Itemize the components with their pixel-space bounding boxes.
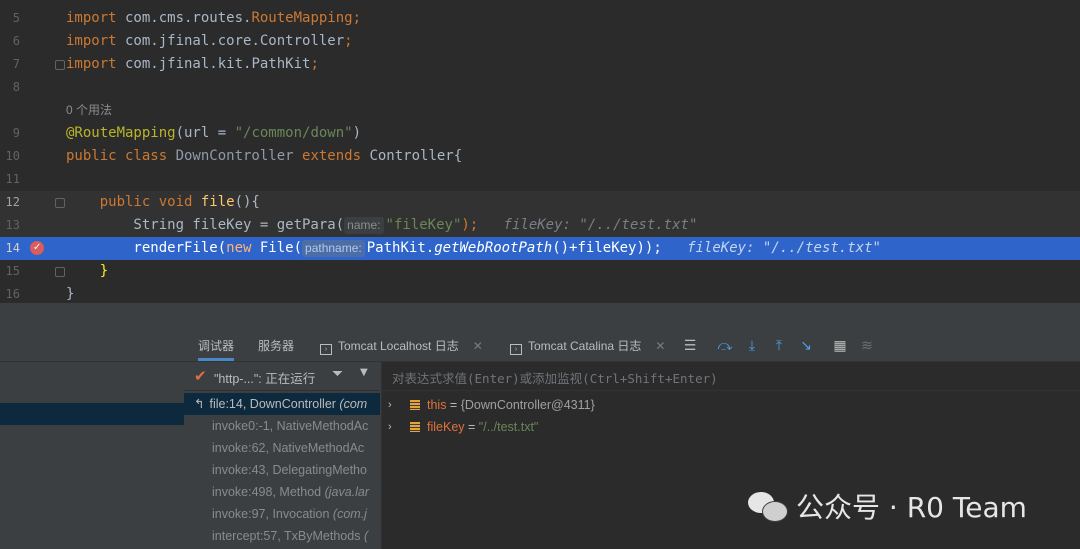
step-into-icon[interactable]: ⤓ bbox=[744, 338, 760, 354]
return-icon: ↰ bbox=[194, 397, 205, 411]
stack-frame[interactable]: invoke:498, Method (java.lar bbox=[184, 481, 408, 503]
line-number: 12 bbox=[5, 195, 20, 209]
line-number: 11 bbox=[5, 172, 20, 186]
tab-server[interactable]: 服务器 bbox=[258, 331, 294, 361]
code-line-breakpoint[interactable]: 14 ✓ renderFile(new File(pathname: PathKi… bbox=[0, 237, 1080, 260]
run-to-cursor-icon[interactable]: ↘ bbox=[798, 338, 814, 354]
variable-name: this bbox=[427, 398, 447, 412]
chevron-right-icon[interactable]: › bbox=[388, 416, 392, 438]
fold-icon[interactable] bbox=[55, 60, 65, 70]
code-text: import com.jfinal.core.Controller; bbox=[66, 33, 353, 49]
code-line[interactable]: 9 @RouteMapping(url = "/common/down") bbox=[0, 122, 1080, 145]
code-text: } bbox=[66, 263, 109, 279]
trace-icon[interactable]: ≋ bbox=[859, 338, 875, 354]
code-line[interactable]: 10 public class DownController extends C… bbox=[0, 145, 1080, 168]
inline-value-hint: fileKey: "/../test.txt" bbox=[503, 217, 698, 233]
variable-value: "/../test.txt" bbox=[478, 420, 539, 434]
step-out-icon[interactable]: ⤒ bbox=[771, 338, 787, 354]
variable-name: fileKey bbox=[427, 420, 465, 434]
chevron-right-icon[interactable]: › bbox=[388, 394, 392, 416]
breakpoint-icon[interactable]: ✓ bbox=[30, 241, 44, 255]
tab-debugger[interactable]: 调试器 bbox=[198, 331, 235, 361]
line-number: 15 bbox=[5, 264, 20, 278]
code-text: import com.jfinal.kit.PathKit; bbox=[66, 56, 319, 72]
usage-hint-line: 0 个用法 bbox=[0, 99, 1080, 122]
watch-input[interactable]: 对表达式求值(Enter)或添加监视(Ctrl+Shift+Enter) bbox=[382, 362, 1080, 391]
frames-panel: ✔ "http-...": 正在运行 ⏷ ▼ ↰ file:14, DownCon… bbox=[184, 362, 380, 549]
editor-bottom-strip bbox=[0, 303, 1080, 331]
line-number: 9 bbox=[12, 126, 20, 140]
field-icon bbox=[410, 422, 420, 432]
menu-icon[interactable]: ☰ bbox=[682, 338, 698, 354]
chevron-down-icon[interactable]: ▼ bbox=[360, 367, 368, 378]
stack-frame[interactable]: ↰ file:14, DownController (com bbox=[184, 393, 380, 415]
stack-frame[interactable]: invoke:62, NativeMethodAc bbox=[184, 437, 408, 459]
left-nav-panel bbox=[0, 331, 184, 549]
code-line[interactable]: 13 String fileKey = getPara(name: "fileKe… bbox=[0, 214, 1080, 237]
param-hint: name: bbox=[344, 217, 384, 234]
stack-frame[interactable]: intercept:57, TxByMethods ( bbox=[184, 525, 408, 547]
fold-icon[interactable] bbox=[55, 267, 65, 277]
field-icon bbox=[410, 400, 420, 410]
left-nav-selected[interactable] bbox=[0, 403, 184, 425]
code-line[interactable]: 6 import com.jfinal.core.Controller; bbox=[0, 30, 1080, 53]
filter-icon[interactable]: ⏷ bbox=[332, 366, 343, 382]
code-line[interactable]: 7 import com.jfinal.kit.PathKit; bbox=[0, 53, 1080, 76]
variable-value: {DownController@4311} bbox=[460, 398, 595, 412]
check-icon: ✔ bbox=[194, 367, 207, 385]
code-text: public class DownController extends Cont… bbox=[66, 148, 463, 164]
code-line[interactable]: 15 } bbox=[0, 260, 1080, 283]
param-hint: pathname: bbox=[302, 240, 365, 257]
line-number: 7 bbox=[12, 57, 20, 71]
close-icon[interactable]: ✕ bbox=[655, 339, 665, 353]
tab-label: Tomcat Catalina 日志 bbox=[528, 339, 642, 353]
watermark: 公众号 · R0 Team bbox=[748, 484, 1027, 528]
line-number: 6 bbox=[12, 34, 20, 48]
tab-tomcat-localhost[interactable]: › Tomcat Localhost 日志 ✕ bbox=[320, 331, 483, 361]
thread-name: "http-...": 正在运行 bbox=[214, 372, 316, 386]
code-text: @RouteMapping(url = "/common/down") bbox=[66, 125, 362, 141]
stack-frame[interactable]: invoke:43, DelegatingMetho bbox=[184, 459, 408, 481]
stack-frame[interactable]: invoke:97, Invocation (com.j bbox=[184, 503, 408, 525]
code-text: public void file(){ bbox=[66, 194, 260, 210]
inline-value-hint: fileKey: "/../test.txt" bbox=[687, 240, 881, 256]
evaluate-table-icon[interactable]: ▦ bbox=[832, 338, 848, 354]
console-icon: › bbox=[320, 344, 332, 355]
fold-icon[interactable] bbox=[55, 198, 65, 208]
tab-label: Tomcat Localhost 日志 bbox=[338, 339, 459, 353]
stack-frame[interactable]: invoke0:-1, NativeMethodAc bbox=[184, 415, 408, 437]
console-icon: › bbox=[510, 344, 522, 355]
code-text: renderFile(new File(pathname: PathKit.get… bbox=[66, 240, 881, 257]
code-line-current[interactable]: 12 public void file(){ bbox=[0, 191, 1080, 214]
code-text: import com.cms.routes.RouteMapping; bbox=[66, 10, 362, 26]
watch-placeholder: 对表达式求值(Enter)或添加监视(Ctrl+Shift+Enter) bbox=[392, 371, 718, 386]
step-over-icon[interactable]: ⤼ bbox=[717, 338, 733, 354]
line-number: 13 bbox=[5, 218, 20, 232]
wechat-icon bbox=[748, 490, 788, 522]
line-number: 10 bbox=[5, 149, 20, 163]
code-editor[interactable]: 5 import com.cms.routes.RouteMapping; 6 … bbox=[0, 0, 1080, 303]
thread-selector[interactable]: ✔ "http-...": 正在运行 ⏷ ▼ bbox=[184, 362, 380, 391]
code-line[interactable]: 11 bbox=[0, 168, 1080, 191]
line-number: 8 bbox=[12, 80, 20, 94]
code-line[interactable]: 8 bbox=[0, 76, 1080, 99]
line-number: 5 bbox=[12, 11, 20, 25]
watermark-text: 公众号 · R0 Team bbox=[796, 491, 1027, 524]
code-text: String fileKey = getPara(name: "fileKey")… bbox=[66, 217, 698, 234]
code-line[interactable]: 5 import com.cms.routes.RouteMapping; bbox=[0, 7, 1080, 30]
usage-hint[interactable]: 0 个用法 bbox=[66, 99, 112, 122]
tab-tomcat-catalina[interactable]: › Tomcat Catalina 日志 ✕ bbox=[510, 331, 665, 361]
close-icon[interactable]: ✕ bbox=[473, 339, 483, 353]
line-number: 14 bbox=[5, 241, 20, 255]
debug-tab-bar: 调试器 服务器 › Tomcat Localhost 日志 ✕ › Tomcat Ca… bbox=[184, 331, 1080, 362]
